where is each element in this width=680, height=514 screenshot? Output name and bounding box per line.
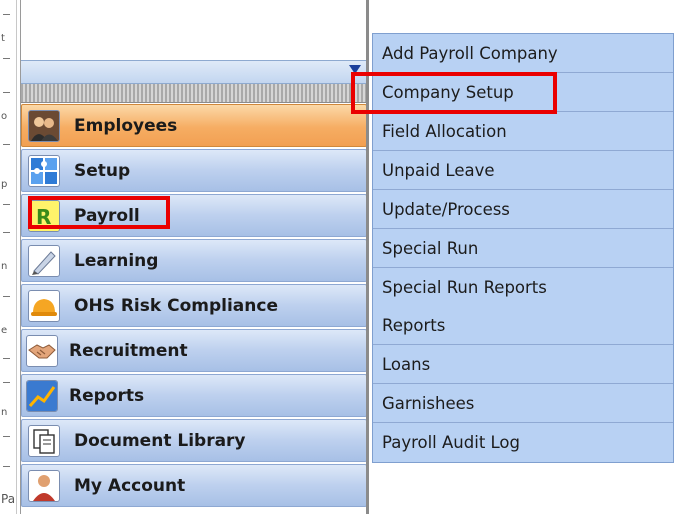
left-ruler: t o p n e n Pa [0, 0, 17, 514]
nav-item-label: Recruitment [69, 341, 188, 361]
ruler-tick [3, 232, 10, 233]
chart-icon [26, 380, 58, 412]
submenu-item-garnishees[interactable]: Garnishees [373, 384, 673, 423]
submenu-item-payroll-audit-log[interactable]: Payroll Audit Log [373, 423, 673, 461]
payroll-submenu: Add Payroll Company Company Setup Field … [372, 33, 674, 463]
triangle-down-icon[interactable] [349, 65, 361, 74]
submenu-item-label: Update/Process [382, 200, 510, 219]
submenu-item-loans[interactable]: Loans [373, 345, 673, 384]
nav-item-payroll[interactable]: R Payroll [21, 194, 367, 237]
ruler-mark: n [1, 261, 8, 272]
nav-item-label: Learning [74, 251, 159, 271]
handshake-icon [26, 335, 58, 367]
hard-hat-icon [28, 290, 60, 322]
ruler-tick [3, 436, 10, 437]
people-icon [28, 110, 60, 142]
ruler-tick [3, 144, 10, 145]
submenu-item-add-payroll-company[interactable]: Add Payroll Company [373, 34, 673, 73]
submenu-item-label: Unpaid Leave [382, 161, 495, 180]
ruler-tick [3, 58, 10, 59]
nav-panel: Employees Setup R Payroll Learning OHS R… [20, 0, 367, 514]
submenu-item-label: Field Allocation [382, 122, 507, 141]
pencil-icon [28, 245, 60, 277]
nav-item-learning[interactable]: Learning [21, 239, 367, 282]
ruler-tick [3, 14, 10, 15]
nav-item-document-library[interactable]: Document Library [21, 419, 367, 462]
nav-collapse-bar[interactable] [21, 60, 367, 84]
submenu-item-label: Special Run Reports [382, 278, 547, 297]
submenu-item-update-process[interactable]: Update/Process [373, 190, 673, 229]
submenu-item-company-setup[interactable]: Company Setup [373, 73, 673, 112]
submenu-item-label: Add Payroll Company [382, 44, 558, 63]
ruler-mark: Pa [1, 492, 16, 506]
submenu-item-label: Garnishees [382, 394, 475, 413]
nav-item-employees[interactable]: Employees [21, 104, 367, 147]
document-icon [28, 425, 60, 457]
ruler-tick [3, 296, 10, 297]
nav-item-label: Reports [69, 386, 145, 406]
payroll-r-icon: R [28, 200, 60, 232]
panel-divider [366, 0, 369, 514]
ruler-mark: p [1, 179, 8, 190]
user-icon [28, 470, 60, 502]
nav-item-recruitment[interactable]: Recruitment [21, 329, 367, 372]
submenu-item-label: Loans [382, 355, 431, 374]
nav-item-label: OHS Risk Compliance [74, 296, 278, 316]
nav-item-setup[interactable]: Setup [21, 149, 367, 192]
nav-item-reports[interactable]: Reports [21, 374, 367, 417]
nav-item-my-account[interactable]: My Account [21, 464, 367, 507]
ruler-mark: e [1, 325, 8, 336]
nav-item-ohs-risk-compliance[interactable]: OHS Risk Compliance [21, 284, 367, 327]
submenu-item-reports[interactable]: Reports [373, 306, 673, 345]
submenu-item-unpaid-leave[interactable]: Unpaid Leave [373, 151, 673, 190]
ruler-tick [3, 358, 10, 359]
submenu-item-field-allocation[interactable]: Field Allocation [373, 112, 673, 151]
ruler-mark: t [1, 33, 5, 44]
ruler-tick [3, 382, 10, 383]
nav-item-label: Setup [74, 161, 131, 181]
ruler-mark: o [1, 111, 8, 122]
ruler-tick [3, 92, 10, 93]
nav-item-label: My Account [74, 476, 186, 496]
ruler-tick [3, 204, 10, 205]
nav-item-label: Employees [74, 116, 178, 136]
submenu-item-label: Reports [382, 316, 446, 335]
submenu-item-special-run-reports[interactable]: Special Run Reports [373, 268, 673, 306]
submenu-item-label: Company Setup [382, 83, 514, 102]
ruler-tick [3, 466, 10, 467]
puzzle-icon [28, 155, 60, 187]
ruler-mark: n [1, 407, 8, 418]
nav-blank-area [21, 0, 367, 60]
submenu-item-special-run[interactable]: Special Run [373, 229, 673, 268]
submenu-item-label: Payroll Audit Log [382, 433, 521, 452]
submenu-item-label: Special Run [382, 239, 479, 258]
svg-text:R: R [36, 205, 51, 229]
nav-item-label: Document Library [74, 431, 246, 451]
nav-item-label: Payroll [74, 206, 140, 226]
splitter-grip[interactable] [21, 84, 367, 103]
